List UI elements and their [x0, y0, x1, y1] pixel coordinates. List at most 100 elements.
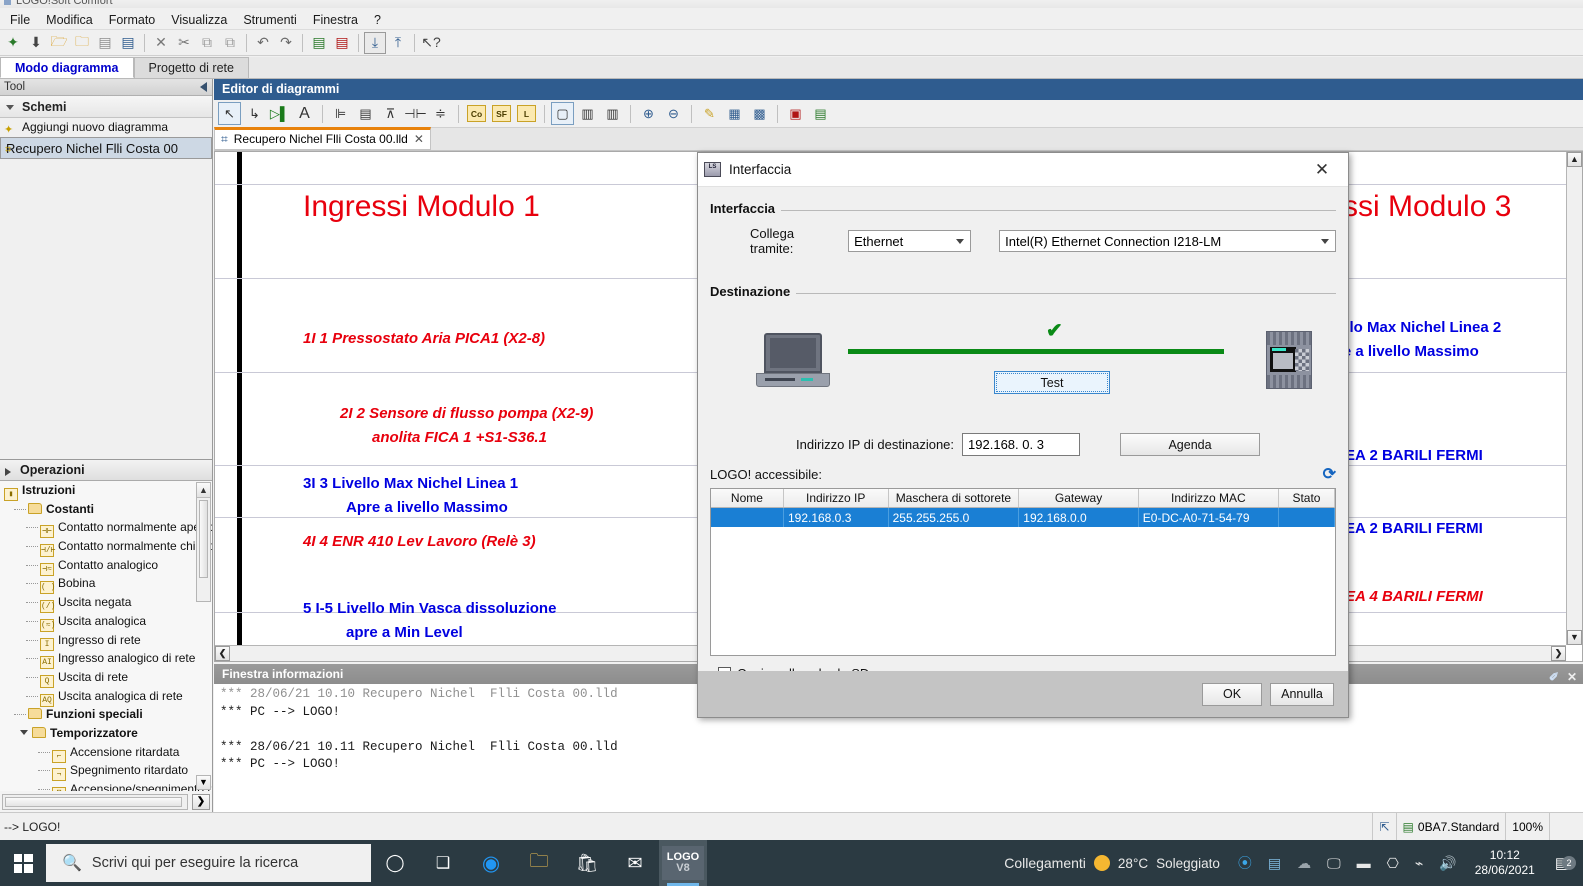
special-functions-chip[interactable]: SF: [490, 102, 513, 125]
text-tool-icon[interactable]: A: [293, 102, 316, 125]
cortana-icon[interactable]: ◯: [371, 840, 419, 886]
select-tool-icon[interactable]: ↖: [218, 102, 241, 125]
file-explorer-icon[interactable]: 🗀: [515, 840, 563, 886]
display-icon[interactable]: 🖵: [1319, 855, 1349, 872]
diagram-label[interactable]: EA 2 BARILI FERMI: [1345, 520, 1483, 537]
diagram-label[interactable]: 1I 1 Pressostato Aria PICA1 (X2-8): [303, 330, 545, 347]
column-header-indirizzo-ip[interactable]: Indirizzo IP: [784, 489, 889, 507]
network-drive-icon[interactable]: ▤: [1260, 855, 1289, 872]
align-center-icon[interactable]: ▤: [354, 102, 377, 125]
zoom-in-icon[interactable]: ⊕: [637, 102, 660, 125]
open-folder-icon[interactable]: 🗀: [71, 32, 93, 54]
menu-help[interactable]: ?: [366, 11, 389, 29]
scroll-down-icon[interactable]: ▼: [1567, 630, 1582, 645]
tree-node-costanti[interactable]: Costanti: [0, 500, 212, 519]
tree-node-istruzioni[interactable]: ▮ Istruzioni: [0, 481, 212, 501]
refresh-icon[interactable]: ⟳: [1323, 464, 1336, 484]
status-device-cell[interactable]: ▤ 0BA7.Standard: [1395, 813, 1506, 840]
renumber-icon[interactable]: ▦: [723, 102, 746, 125]
menu-file[interactable]: File: [2, 11, 38, 29]
distribute-icon[interactable]: ≑: [429, 102, 452, 125]
tree-item-ingresso-analogico-di-rete[interactable]: AI Ingresso analogico di rete: [0, 649, 212, 670]
logosoft-taskbar-icon[interactable]: LOGO V8: [659, 840, 707, 886]
status-info-icon[interactable]: ⇱: [1372, 813, 1395, 840]
align-middle-icon[interactable]: ⊣⊢: [404, 102, 427, 125]
tree-vertical-scrollbar[interactable]: ▲: [196, 482, 211, 602]
tree-item-contatto-analogico[interactable]: ⊣≈ Contatto analogico: [0, 556, 212, 576]
scroll-up-icon[interactable]: ▲: [197, 483, 210, 498]
chevron-down-icon[interactable]: [20, 729, 28, 735]
highlight-icon[interactable]: ✎: [698, 102, 721, 125]
bluetooth-icon[interactable]: ⦿: [1230, 853, 1260, 873]
accessible-devices-table[interactable]: Nome Indirizzo IP Maschera di sottorete …: [710, 488, 1336, 656]
collapse-panel-icon[interactable]: [200, 82, 207, 92]
tree-item-uscita-analogica[interactable]: (≈) Uscita analogica: [0, 612, 212, 632]
schemi-item-add-diagram[interactable]: ✦ Aggiungi nuovo diagramma: [0, 118, 212, 137]
diagram-label[interactable]: anolita FICA 1 +S1-S36.1: [372, 429, 547, 446]
diagram-label[interactable]: 5 I-5 Livello Min Vasca dissoluzione: [303, 600, 556, 617]
help-cursor-icon[interactable]: ↖?: [420, 32, 442, 54]
cut-icon[interactable]: ✂: [173, 32, 195, 54]
menu-visualizza[interactable]: Visualizza: [163, 11, 235, 29]
document-tab-recupero-nichel[interactable]: ⌗ Recupero Nichel Flli Costa 00.lld ✕: [214, 127, 431, 150]
task-view-icon[interactable]: ❑: [419, 840, 467, 886]
diagram-label[interactable]: 2I 2 Sensore di flusso pompa (X2-9): [340, 405, 593, 422]
tree-item-uscita-di-rete[interactable]: Q Uscita di rete: [0, 668, 212, 688]
align-left-icon[interactable]: ⊫: [329, 102, 352, 125]
save-icon[interactable]: ▤: [94, 32, 116, 54]
destination-ip-input[interactable]: 192.168. 0. 3: [962, 433, 1081, 456]
transfer-stop-icon[interactable]: ▤: [331, 32, 353, 54]
menu-finestra[interactable]: Finestra: [305, 11, 366, 29]
diagram-label[interactable]: ello Max Nichel Linea 2: [1337, 319, 1501, 336]
edge-icon[interactable]: ◉: [467, 840, 515, 886]
diagram-label[interactable]: re a livello Massimo: [1337, 343, 1479, 360]
wifi-icon[interactable]: ⌁: [1407, 855, 1431, 872]
canvas-vertical-scrollbar[interactable]: ▲ ▼: [1566, 152, 1582, 645]
redo-icon[interactable]: ↷: [275, 32, 297, 54]
paste-icon[interactable]: ⧉: [219, 32, 241, 54]
tree-item-accensione-spegnimento-ritardato[interactable]: ∏Accensione/spegnimento rita: [0, 780, 212, 791]
battery-icon[interactable]: ▬: [1349, 855, 1379, 871]
connect-tool-icon[interactable]: ↳: [243, 102, 266, 125]
diagram-label[interactable]: Apre a livello Massimo: [346, 499, 508, 516]
onedrive-icon[interactable]: ☁: [1289, 855, 1319, 872]
camera-icon[interactable]: ⎔: [1379, 855, 1407, 872]
operazioni-header[interactable]: Operazioni: [0, 460, 212, 481]
scroll-down-icon[interactable]: ▼: [196, 775, 211, 790]
transfer-start-icon[interactable]: ▤: [308, 32, 330, 54]
scrollbar-thumb[interactable]: [199, 500, 208, 578]
diagram-label[interactable]: ssi Modulo 3: [1343, 190, 1511, 224]
menu-modifica[interactable]: Modifica: [38, 11, 101, 29]
tab-modo-diagramma[interactable]: Modo diagramma: [0, 57, 134, 78]
volume-icon[interactable]: 🔊: [1431, 855, 1464, 872]
mail-icon[interactable]: ✉: [611, 840, 659, 886]
open-project-icon[interactable]: 🗁: [48, 32, 70, 54]
single-view-icon[interactable]: ▢: [551, 102, 574, 125]
start-button[interactable]: [0, 840, 46, 886]
column-header-maschera[interactable]: Maschera di sottorete: [889, 489, 1020, 507]
diagram-label[interactable]: apre a Min Level: [346, 624, 463, 641]
tree-node-funzioni-speciali[interactable]: Funzioni speciali: [0, 705, 212, 724]
pc-to-logo-icon[interactable]: ⤓: [364, 31, 386, 54]
split-view-triple-icon[interactable]: ▥: [601, 102, 624, 125]
notifications-button[interactable]: ▤ 2: [1545, 854, 1579, 872]
menu-formato[interactable]: Formato: [101, 11, 164, 29]
microsoft-store-icon[interactable]: 🛍: [563, 840, 611, 886]
tree-item-spegnimento-ritardato[interactable]: ¬ Spegnimento ritardato: [0, 761, 212, 782]
column-header-indirizzo-mac[interactable]: Indirizzo MAC: [1139, 489, 1279, 507]
close-icon[interactable]: ✕: [1302, 154, 1342, 186]
scroll-up-icon[interactable]: ▲: [1567, 152, 1582, 167]
search-box[interactable]: 🔍 Scrivi qui per eseguire la ricerca: [46, 844, 371, 882]
connection-type-select[interactable]: Ethernet: [848, 230, 972, 252]
schemi-section-header[interactable]: Schemi: [0, 96, 212, 118]
agenda-button[interactable]: Agenda: [1120, 433, 1261, 456]
ladder-chip[interactable]: L: [515, 102, 538, 125]
tree-item-uscita-negata[interactable]: (/) Uscita negata: [0, 593, 212, 614]
zoom-out-icon[interactable]: ⊖: [662, 102, 685, 125]
tree-item-contatto-nc[interactable]: ⊣/⊢ Contatto normalmente chiuso: [0, 537, 212, 558]
tree-item-uscita-analogica-di-rete[interactable]: AQ Uscita analogica di rete: [0, 687, 212, 707]
diagram-label[interactable]: Ingressi Modulo 1: [303, 190, 540, 224]
status-zoom-label[interactable]: 100%: [1505, 813, 1549, 840]
close-tab-icon[interactable]: ✕: [414, 128, 424, 151]
column-header-stato[interactable]: Stato: [1279, 489, 1335, 507]
